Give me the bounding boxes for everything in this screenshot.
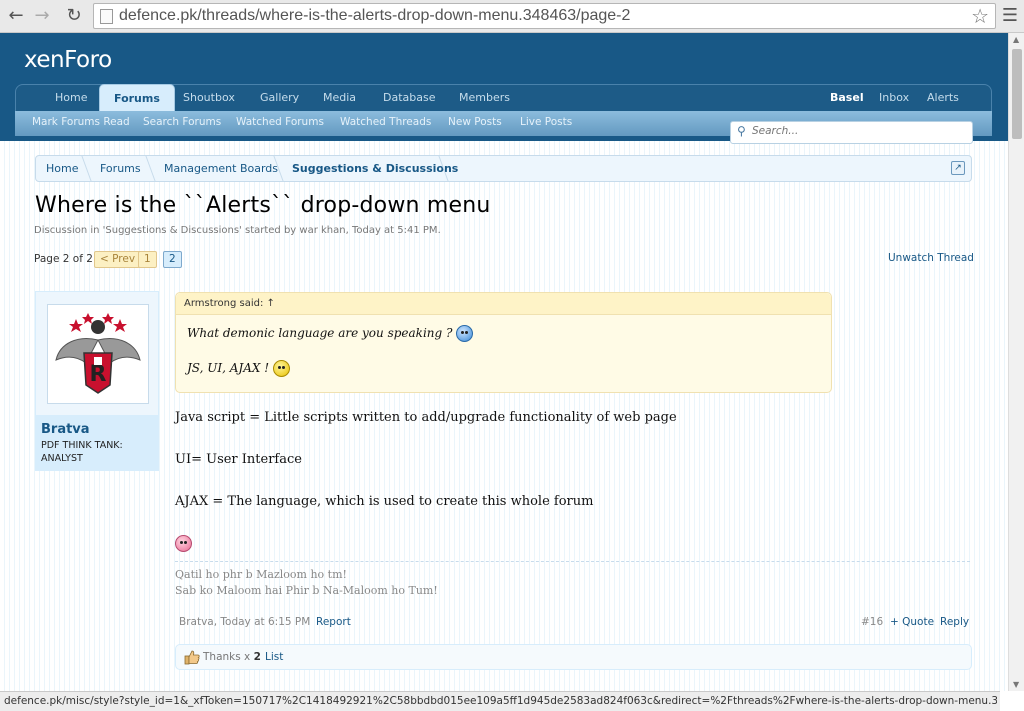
confused-smiley-icon: [272, 360, 290, 377]
scroll-down-icon[interactable]: ▼: [1013, 680, 1019, 689]
tab-inbox[interactable]: Inbox: [879, 85, 909, 111]
breadcrumb: Home Forums Management Boards Suggestion…: [35, 155, 972, 182]
reload-icon[interactable]: ↻: [62, 4, 86, 28]
message-meta: Bratva, Today at 6:15 PM Report #16 + Qu…: [175, 615, 970, 632]
svg-text:R: R: [90, 362, 107, 387]
subnav-search-forums[interactable]: Search Forums: [143, 116, 221, 128]
subnav-watched-forums[interactable]: Watched Forums: [236, 116, 324, 128]
page-2-button[interactable]: 2: [163, 251, 182, 268]
message-user-info: R Bratva PDF THINK TANK: ANALYST: [35, 291, 159, 471]
browser-menu-icon[interactable]: ☰: [1002, 5, 1018, 26]
quote-line-2-text: JS, UI, AJAX !: [187, 361, 270, 375]
thanks-label: Thanks x: [203, 651, 251, 663]
tab-gallery[interactable]: Gallery: [260, 85, 299, 111]
quote-line-1-text: What demonic language are you speaking ?: [187, 326, 453, 340]
status-url: defence.pk/misc/style?style_id=1&_xfToke…: [4, 695, 997, 707]
address-url[interactable]: defence.pk/threads/where-is-the-alerts-d…: [119, 7, 630, 25]
quote-button[interactable]: + Quote: [890, 616, 934, 628]
quote-block: Armstrong said: ↑ What demonic language …: [175, 292, 832, 393]
prev-page-button[interactable]: < Prev: [94, 251, 142, 268]
thread-title: Where is the ``Alerts`` drop-down menu: [35, 193, 491, 218]
subnav-live-posts[interactable]: Live Posts: [520, 116, 572, 128]
tab-alerts[interactable]: Alerts: [927, 85, 959, 111]
tab-members[interactable]: Members: [459, 85, 510, 111]
thanks-count: 2: [253, 651, 261, 663]
tongue-smiley-icon: [175, 535, 192, 552]
post-author-date[interactable]: Bratva, Today at 6:15 PM: [179, 616, 310, 628]
forum-logo[interactable]: xenForo: [24, 47, 112, 73]
back-icon[interactable]: ←: [4, 4, 28, 28]
tab-account-basel[interactable]: Basel: [830, 85, 864, 111]
forum-header: xenForo Home Forums Shoutbox Gallery Med…: [0, 33, 1008, 144]
browser-status-bar: defence.pk/misc/style?style_id=1&_xfToke…: [0, 691, 1000, 711]
quote-text-line-1: What demonic language are you speaking ?: [187, 325, 474, 342]
breadcrumb-forums[interactable]: Forums: [100, 156, 141, 181]
reply-button[interactable]: Reply: [940, 616, 969, 628]
subnav-mark-forums-read[interactable]: Mark Forums Read: [32, 116, 130, 128]
user-title: PDF THINK TANK: ANALYST: [41, 440, 123, 464]
post-body-line: UI= User Interface: [175, 452, 302, 467]
quote-attribution[interactable]: Armstrong said: ↑: [176, 293, 831, 315]
tab-database[interactable]: Database: [383, 85, 436, 111]
thread-meta: Discussion in 'Suggestions & Discussions…: [34, 225, 441, 236]
breadcrumb-management-boards[interactable]: Management Boards: [164, 156, 278, 181]
scrollbar-thumb[interactable]: [1012, 49, 1022, 139]
page-viewport: xenForo Home Forums Shoutbox Gallery Med…: [0, 33, 1008, 691]
thanks-summary: Thanks x 2 List: [175, 644, 972, 670]
tab-shoutbox[interactable]: Shoutbox: [183, 85, 235, 111]
main-navbar: Home Forums Shoutbox Gallery Media Datab…: [15, 84, 992, 112]
post-body-line: AJAX = The language, which is used to cr…: [175, 494, 594, 509]
tab-media[interactable]: Media: [323, 85, 356, 111]
thumbs-up-icon: [184, 650, 200, 665]
thanks-list-link[interactable]: List: [265, 651, 283, 663]
bookmark-star-icon[interactable]: ☆: [971, 4, 989, 28]
signature-line: Qatil ho phr b Mazloom ho tm!: [175, 568, 347, 581]
forward-icon[interactable]: →: [30, 4, 54, 28]
search-input[interactable]: [752, 125, 962, 137]
page-1-button[interactable]: 1: [138, 251, 157, 268]
search-box[interactable]: ⚲: [730, 121, 973, 144]
address-bar[interactable]: defence.pk/threads/where-is-the-alerts-d…: [93, 3, 996, 29]
unwatch-thread-link[interactable]: Unwatch Thread: [888, 252, 974, 264]
page-count-label: Page 2 of 2: [34, 253, 93, 265]
signature-line: Sab ko Maloom hai Phir b Na-Maloom ho Tu…: [175, 584, 438, 597]
subnav-watched-threads[interactable]: Watched Threads: [340, 116, 431, 128]
tab-home[interactable]: Home: [55, 85, 87, 111]
shocked-smiley-icon: [456, 325, 474, 342]
subnav-new-posts[interactable]: New Posts: [448, 116, 502, 128]
jump-to-icon[interactable]: ↗: [951, 161, 965, 175]
username[interactable]: Bratva: [41, 422, 90, 437]
tab-forums[interactable]: Forums: [99, 84, 175, 112]
search-icon: ⚲: [737, 124, 746, 138]
signature-divider: [175, 561, 970, 562]
avatar[interactable]: R: [47, 304, 149, 404]
scroll-up-icon[interactable]: ▲: [1013, 35, 1019, 44]
post-number-link[interactable]: #16: [861, 616, 883, 628]
post-body-line: Java script = Little scripts written to …: [175, 410, 677, 425]
browser-toolbar: ← → ↻ defence.pk/threads/where-is-the-al…: [0, 0, 1024, 33]
thanks-text: Thanks x 2: [203, 651, 261, 663]
page-icon: [100, 9, 113, 24]
report-link[interactable]: Report: [316, 616, 351, 628]
page-scrollbar[interactable]: ▲ ▼: [1008, 33, 1024, 691]
quote-text-line-2: JS, UI, AJAX !: [187, 360, 290, 377]
